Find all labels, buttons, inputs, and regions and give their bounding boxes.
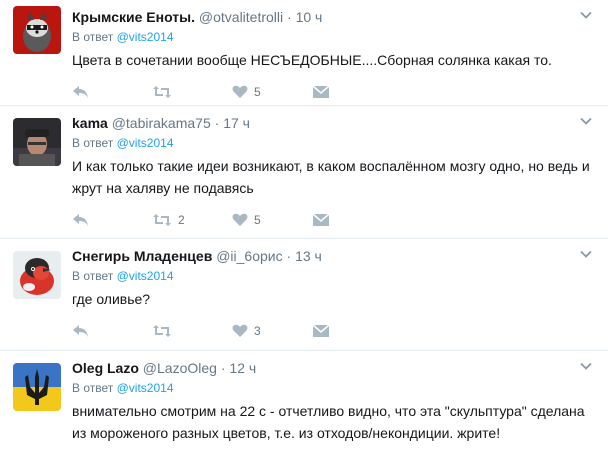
author-username[interactable]: @ii_6орис xyxy=(216,248,282,264)
timestamp[interactable]: 12 ч xyxy=(229,360,256,376)
chevron-down-icon[interactable] xyxy=(578,246,594,262)
author-username[interactable]: @tabirakama75 xyxy=(112,115,211,131)
like-button[interactable]: 5 xyxy=(232,213,312,227)
avatar[interactable] xyxy=(13,6,61,54)
timestamp[interactable]: 13 ч xyxy=(295,248,322,264)
chevron-down-icon[interactable] xyxy=(578,358,594,374)
author-name[interactable]: Крымские Еноты. xyxy=(72,9,195,25)
reply-icon xyxy=(73,325,88,337)
retweet-button[interactable] xyxy=(152,324,232,338)
dot-separator: · xyxy=(286,248,292,264)
avatar[interactable] xyxy=(13,118,61,166)
reply-button[interactable] xyxy=(72,324,152,338)
tweet-text: где оливье? xyxy=(72,291,151,307)
reply-context: В ответ @vits2014 xyxy=(72,29,594,45)
tweet-feed: Крымские Еноты. @otvalitetrolli · 10 ч В… xyxy=(0,0,608,468)
retweet-icon xyxy=(153,86,171,98)
heart-icon xyxy=(232,324,248,337)
reply-context: В ответ @vits2014 xyxy=(72,268,594,284)
heart-icon xyxy=(232,213,248,226)
retweet-button[interactable] xyxy=(152,85,232,99)
like-count: 5 xyxy=(254,85,261,99)
reply-context: В ответ @vits2014 xyxy=(72,380,594,396)
reply-icon xyxy=(73,86,88,98)
tweet[interactable]: Крымские Еноты. @otvalitetrolli · 10 ч В… xyxy=(0,0,608,106)
envelope-icon xyxy=(312,85,330,98)
action-bar: 3 xyxy=(72,318,594,344)
like-button[interactable]: 5 xyxy=(232,85,312,99)
author-name[interactable]: Снегирь Младенцев xyxy=(72,248,212,264)
avatar[interactable] xyxy=(13,363,61,411)
reply-mention[interactable]: @vits2014 xyxy=(117,136,174,150)
dot-separator: · xyxy=(220,360,226,376)
reply-prefix: В ответ xyxy=(72,269,114,283)
reply-prefix: В ответ xyxy=(72,30,114,44)
timestamp[interactable]: 17 ч xyxy=(223,115,250,131)
action-bar: 5 xyxy=(72,79,594,105)
reply-prefix: В ответ xyxy=(72,381,114,395)
reply-mention[interactable]: @vits2014 xyxy=(117,381,174,395)
dm-button[interactable] xyxy=(312,324,392,338)
reply-button[interactable] xyxy=(72,213,152,227)
dm-button[interactable] xyxy=(312,85,392,99)
reply-mention[interactable]: @vits2014 xyxy=(117,30,174,44)
dot-separator: · xyxy=(287,9,292,25)
retweet-icon xyxy=(153,325,171,337)
like-count: 5 xyxy=(254,213,261,227)
envelope-icon xyxy=(312,324,330,337)
reply-prefix: В ответ xyxy=(72,136,114,150)
chevron-down-icon[interactable] xyxy=(578,7,594,23)
tweet[interactable]: Снегирь Младенцев @ii_6орис · 13 ч В отв… xyxy=(0,239,608,351)
envelope-icon xyxy=(312,213,330,226)
retweet-count: 2 xyxy=(178,213,185,227)
tweet-text: Цвета в сочетании вообще НЕСЪЕДОБНЫЕ....… xyxy=(72,52,552,68)
heart-icon xyxy=(232,85,248,98)
reply-button[interactable] xyxy=(72,85,152,99)
tweet[interactable]: kama @tabirakama75 · 17 ч В ответ @vits2… xyxy=(0,106,608,239)
tweet[interactable]: Oleg Lazo @LazoOleg · 12 ч В ответ @vits… xyxy=(0,351,608,468)
like-button[interactable]: 3 xyxy=(232,324,312,338)
retweet-icon xyxy=(153,214,171,226)
tweet-text: внимательно смотрим на 22 с - отчетливо … xyxy=(72,403,585,441)
avatar[interactable] xyxy=(13,251,61,299)
retweet-button[interactable]: 2 xyxy=(152,213,232,227)
like-count: 3 xyxy=(254,324,261,338)
dm-button[interactable] xyxy=(312,213,392,227)
action-bar: 2 5 xyxy=(72,207,594,233)
timestamp[interactable]: 10 ч xyxy=(296,9,323,25)
tweet-text: И как только такие идеи возникают, в как… xyxy=(72,158,590,196)
dot-separator: · xyxy=(214,115,220,131)
reply-icon xyxy=(73,214,88,226)
author-name[interactable]: kama xyxy=(72,115,108,131)
author-username[interactable]: @LazoOleg xyxy=(143,360,217,376)
reply-context: В ответ @vits2014 xyxy=(72,135,594,151)
author-username[interactable]: @otvalitetrolli xyxy=(199,9,283,25)
reply-mention[interactable]: @vits2014 xyxy=(117,269,174,283)
author-name[interactable]: Oleg Lazo xyxy=(72,360,139,376)
chevron-down-icon[interactable] xyxy=(578,113,594,129)
